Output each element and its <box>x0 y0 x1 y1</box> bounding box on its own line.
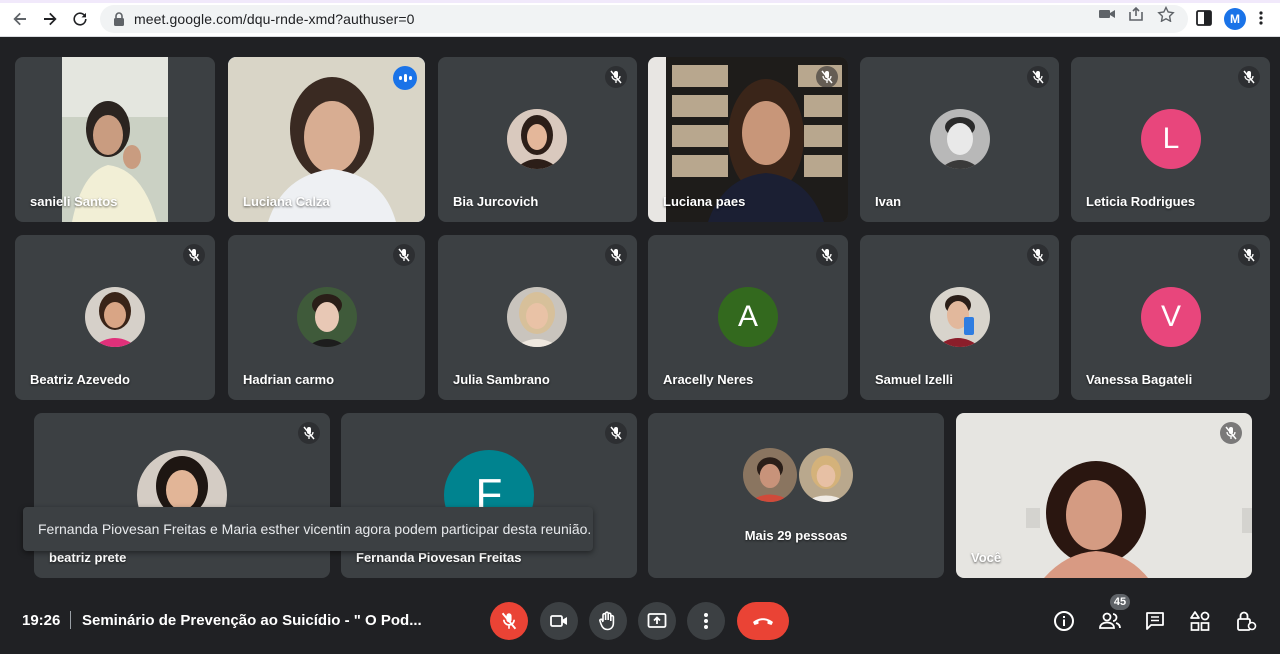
mic-off-icon <box>605 66 627 88</box>
participant-photo <box>930 109 990 169</box>
present-screen-button[interactable] <box>638 602 676 640</box>
participant-initial-avatar: A <box>718 287 778 347</box>
speaking-indicator-icon <box>393 66 417 90</box>
activities-icon <box>1190 611 1210 631</box>
participant-name: Samuel Izelli <box>875 372 954 387</box>
mic-off-icon <box>1238 244 1260 266</box>
leave-call-button[interactable] <box>737 602 789 640</box>
participant-name: Aracelly Neres <box>663 372 754 387</box>
chat-button[interactable] <box>1141 607 1169 635</box>
browser-toolbar: meet.google.com/dqu-rnde-xmd?authuser=0 … <box>0 0 1280 37</box>
camera-icon <box>550 615 567 627</box>
participant-name: Vanessa Bagateli <box>1086 372 1193 387</box>
participant-photo <box>507 287 567 347</box>
profile-avatar[interactable]: M <box>1224 8 1246 30</box>
people-button[interactable] <box>1096 607 1124 635</box>
participant-initial-avatar: L <box>1141 109 1201 169</box>
participant-tile[interactable]: Luciana paes <box>648 57 848 222</box>
participant-photo <box>797 446 855 504</box>
mic-off-icon <box>393 244 415 266</box>
lock-icon <box>114 12 124 26</box>
more-vert-icon[interactable] <box>1256 10 1266 26</box>
mic-off-icon <box>183 244 205 266</box>
people-icon <box>1099 612 1121 629</box>
mic-off-icon <box>1220 422 1242 444</box>
participant-tile[interactable]: V Vanessa Bagateli <box>1071 235 1270 400</box>
url-text: meet.google.com/dqu-rnde-xmd?authuser=0 <box>134 11 415 27</box>
share-icon[interactable] <box>1128 6 1146 22</box>
participant-name: Julia Sambrano <box>453 372 550 387</box>
hand-icon <box>599 611 615 631</box>
participant-photo <box>297 287 357 347</box>
participant-name: Hadrian carmo <box>243 372 335 387</box>
mic-off-icon <box>816 244 838 266</box>
participant-photo <box>85 287 145 347</box>
participant-name: Luciana paes <box>663 194 746 209</box>
participant-tile[interactable]: Samuel Izelli <box>860 235 1059 400</box>
side-panel-icon[interactable] <box>1195 10 1213 26</box>
participant-count-badge: 45 <box>1110 594 1130 610</box>
tab-strip-edge <box>0 0 1280 3</box>
participant-tile[interactable]: sanieli Santos <box>15 57 215 222</box>
meeting-controls-bar: 19:26 Seminário de Prevenção ao Suicídio… <box>0 588 1280 654</box>
meeting-details-button[interactable] <box>1050 607 1078 635</box>
forward-arrow-icon[interactable] <box>39 8 61 30</box>
hang-up-icon <box>753 618 773 625</box>
participant-photo <box>741 446 799 504</box>
participant-initial-avatar: V <box>1141 287 1201 347</box>
participant-name: Luciana Calza <box>243 194 330 209</box>
mic-off-icon <box>1027 66 1049 88</box>
raise-hand-button[interactable] <box>589 602 627 640</box>
more-participants-tile[interactable]: Mais 29 pessoas <box>648 413 944 578</box>
participant-photo <box>507 109 567 169</box>
join-notification-toast: Fernanda Piovesan Freitas e Maria esther… <box>23 507 593 551</box>
bookmark-star-icon[interactable] <box>1157 6 1175 22</box>
participant-name: Ivan <box>875 194 902 209</box>
participant-name: Você <box>971 550 1002 565</box>
divider <box>70 611 71 629</box>
participant-name: Leticia Rodrigues <box>1086 194 1196 209</box>
participant-tile[interactable]: Julia Sambrano <box>438 235 637 400</box>
participant-name: Beatriz Azevedo <box>30 372 130 387</box>
participant-tile[interactable]: A Aracelly Neres <box>648 235 848 400</box>
participant-tile[interactable]: beatriz prete <box>34 413 330 578</box>
participant-name: beatriz prete <box>49 550 127 565</box>
participant-tile[interactable]: Ivan <box>860 57 1059 222</box>
mic-off-icon <box>1238 66 1260 88</box>
participant-name: sanieli Santos <box>30 194 118 209</box>
lock-person-icon <box>1237 611 1257 631</box>
mic-off-icon <box>298 422 320 444</box>
reload-icon[interactable] <box>69 8 91 30</box>
mic-toggle-button[interactable] <box>490 602 528 640</box>
camera-permission-icon[interactable] <box>1098 6 1116 22</box>
activities-button[interactable] <box>1186 607 1214 635</box>
mic-off-icon <box>501 612 517 630</box>
back-arrow-icon[interactable] <box>9 8 31 30</box>
more-options-button[interactable] <box>687 602 725 640</box>
participant-tile[interactable]: Hadrian carmo <box>228 235 425 400</box>
mic-off-icon <box>816 66 838 88</box>
camera-toggle-button[interactable] <box>540 602 578 640</box>
participant-tile[interactable]: Luciana Calza <box>228 57 425 222</box>
participant-name: Bia Jurcovich <box>453 194 539 209</box>
more-vert-icon <box>704 613 708 629</box>
participant-name: Fernanda Piovesan Freitas <box>356 550 522 565</box>
more-participants-label: Mais 29 pessoas <box>744 528 848 543</box>
mic-off-icon <box>1027 244 1049 266</box>
chat-icon <box>1146 612 1164 630</box>
meeting-title: Seminário de Prevenção ao Suicídio - " O… <box>82 612 422 629</box>
participant-tile[interactable]: Bia Jurcovich <box>438 57 637 222</box>
mic-off-icon <box>605 244 627 266</box>
info-icon <box>1054 611 1074 631</box>
participant-tile[interactable]: Beatriz Azevedo <box>15 235 215 400</box>
mic-off-icon <box>605 422 627 444</box>
self-tile[interactable]: Você <box>956 413 1252 578</box>
participant-tile[interactable]: L Leticia Rodrigues <box>1071 57 1270 222</box>
host-controls-button[interactable] <box>1232 607 1260 635</box>
participant-tile[interactable]: F Fernanda Piovesan Freitas <box>341 413 637 578</box>
address-bar[interactable]: meet.google.com/dqu-rnde-xmd?authuser=0 <box>100 5 1188 33</box>
meeting-clock: 19:26 <box>22 612 61 629</box>
participant-photo <box>930 287 990 347</box>
present-icon <box>647 613 667 628</box>
